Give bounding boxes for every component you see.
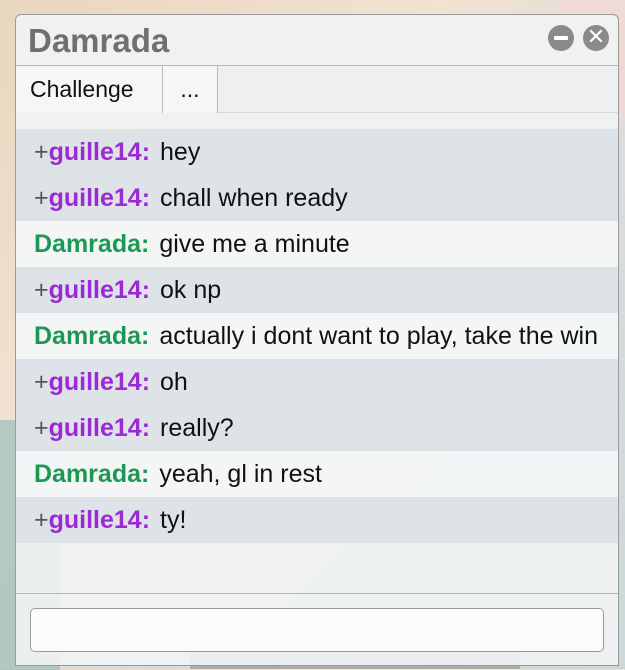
chat-message: Damrada: actually i dont want to play, ta…: [16, 313, 618, 359]
username-text: guille14: [48, 506, 142, 534]
username-text: guille14: [48, 414, 142, 442]
username[interactable]: guille14:: [49, 276, 150, 304]
close-icon[interactable]: ✕: [583, 25, 609, 51]
divider: [16, 593, 618, 594]
message-text: ok np: [160, 276, 222, 304]
username-text: guille14: [48, 138, 142, 166]
message-text: actually i dont want to play, take the w…: [159, 322, 598, 350]
chat-message: +guille14: hey: [16, 129, 618, 175]
chat-window: Damrada ✕ Challenge ... +guille14: hey +gu…: [15, 14, 619, 666]
message-text: yeah, gl in rest: [159, 460, 322, 488]
chat-message: +guille14: really?: [16, 405, 618, 451]
window-title: Damrada: [28, 22, 170, 59]
username[interactable]: Damrada:: [34, 322, 149, 350]
user-rank: +: [34, 276, 49, 304]
more-button[interactable]: ...: [163, 66, 218, 113]
message-text: oh: [160, 368, 188, 396]
username[interactable]: guille14:: [49, 368, 150, 396]
username-text: Damrada: [34, 460, 141, 488]
minimize-icon[interactable]: [548, 25, 574, 51]
user-rank: +: [34, 184, 49, 212]
username-text: guille14: [48, 184, 142, 212]
user-rank: +: [34, 138, 49, 166]
username[interactable]: guille14:: [49, 138, 150, 166]
challenge-button[interactable]: Challenge: [16, 66, 163, 113]
username[interactable]: guille14:: [49, 184, 150, 212]
message-text: give me a minute: [159, 230, 350, 258]
chat-log[interactable]: +guille14: hey +guille14: chall when ready D…: [16, 129, 618, 581]
chat-message: Damrada: give me a minute: [16, 221, 618, 267]
button-bar: Challenge ...: [16, 65, 618, 113]
chat-message: +guille14: oh: [16, 359, 618, 405]
chat-message: +guille14: ty!: [16, 497, 618, 543]
username-text: guille14: [48, 276, 142, 304]
username[interactable]: Damrada:: [34, 230, 149, 258]
titlebar[interactable]: Damrada ✕: [16, 15, 618, 65]
chat-message: +guille14: chall when ready: [16, 175, 618, 221]
chat-message: +guille14: ok np: [16, 267, 618, 313]
username-text: Damrada: [34, 322, 141, 350]
chat-input[interactable]: [30, 608, 604, 652]
message-text: hey: [160, 138, 201, 166]
user-rank: +: [34, 414, 49, 442]
username-text: Damrada: [34, 230, 141, 258]
username[interactable]: Damrada:: [34, 460, 149, 488]
username-text: guille14: [48, 368, 142, 396]
username[interactable]: guille14:: [49, 506, 150, 534]
message-text: ty!: [160, 506, 187, 534]
username[interactable]: guille14:: [49, 414, 150, 442]
chat-message: Damrada: yeah, gl in rest: [16, 451, 618, 497]
message-text: chall when ready: [160, 184, 348, 212]
message-text: really?: [160, 414, 234, 442]
user-rank: +: [34, 368, 49, 396]
user-rank: +: [34, 506, 49, 534]
